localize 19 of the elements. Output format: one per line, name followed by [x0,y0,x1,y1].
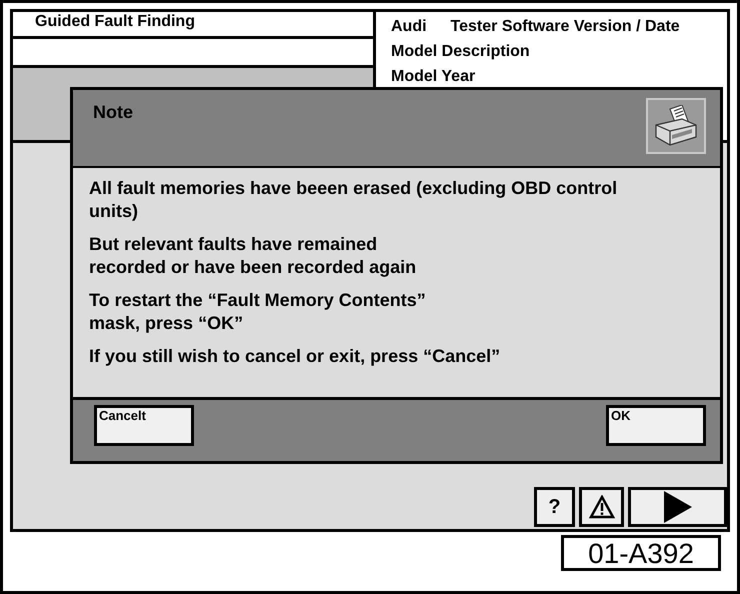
dialog-message: All fault memories have beeen erased (excluding OBD control units) [89,177,618,223]
help-button[interactable]: ? [534,487,575,527]
next-button[interactable] [628,487,727,527]
dialog-message: If you still wish to cancel or exit, press “Cancel” [89,345,502,368]
model-description-label: Model Description [391,42,530,61]
brand-label: Audi [391,17,427,36]
version-label: Tester Software Version / Date [450,17,680,36]
ok-button[interactable]: OK [606,405,706,446]
warning-icon [588,495,614,519]
play-icon [664,491,692,523]
warning-button[interactable] [579,487,624,527]
model-year-label: Model Year [391,67,476,86]
printer-button[interactable] [646,98,706,154]
screen-title: Guided Fault Finding [13,12,373,39]
dialog-message: To restart the “Fault Memory Contents” mask, press “OK” [89,289,427,335]
dialog-title: Note [93,102,133,123]
dialog-message: But relevant faults have remained recorded or have been recorded again [89,233,418,279]
cancel-button[interactable]: Cancelt [94,405,194,446]
figure-id: 01-A392 [561,535,721,571]
